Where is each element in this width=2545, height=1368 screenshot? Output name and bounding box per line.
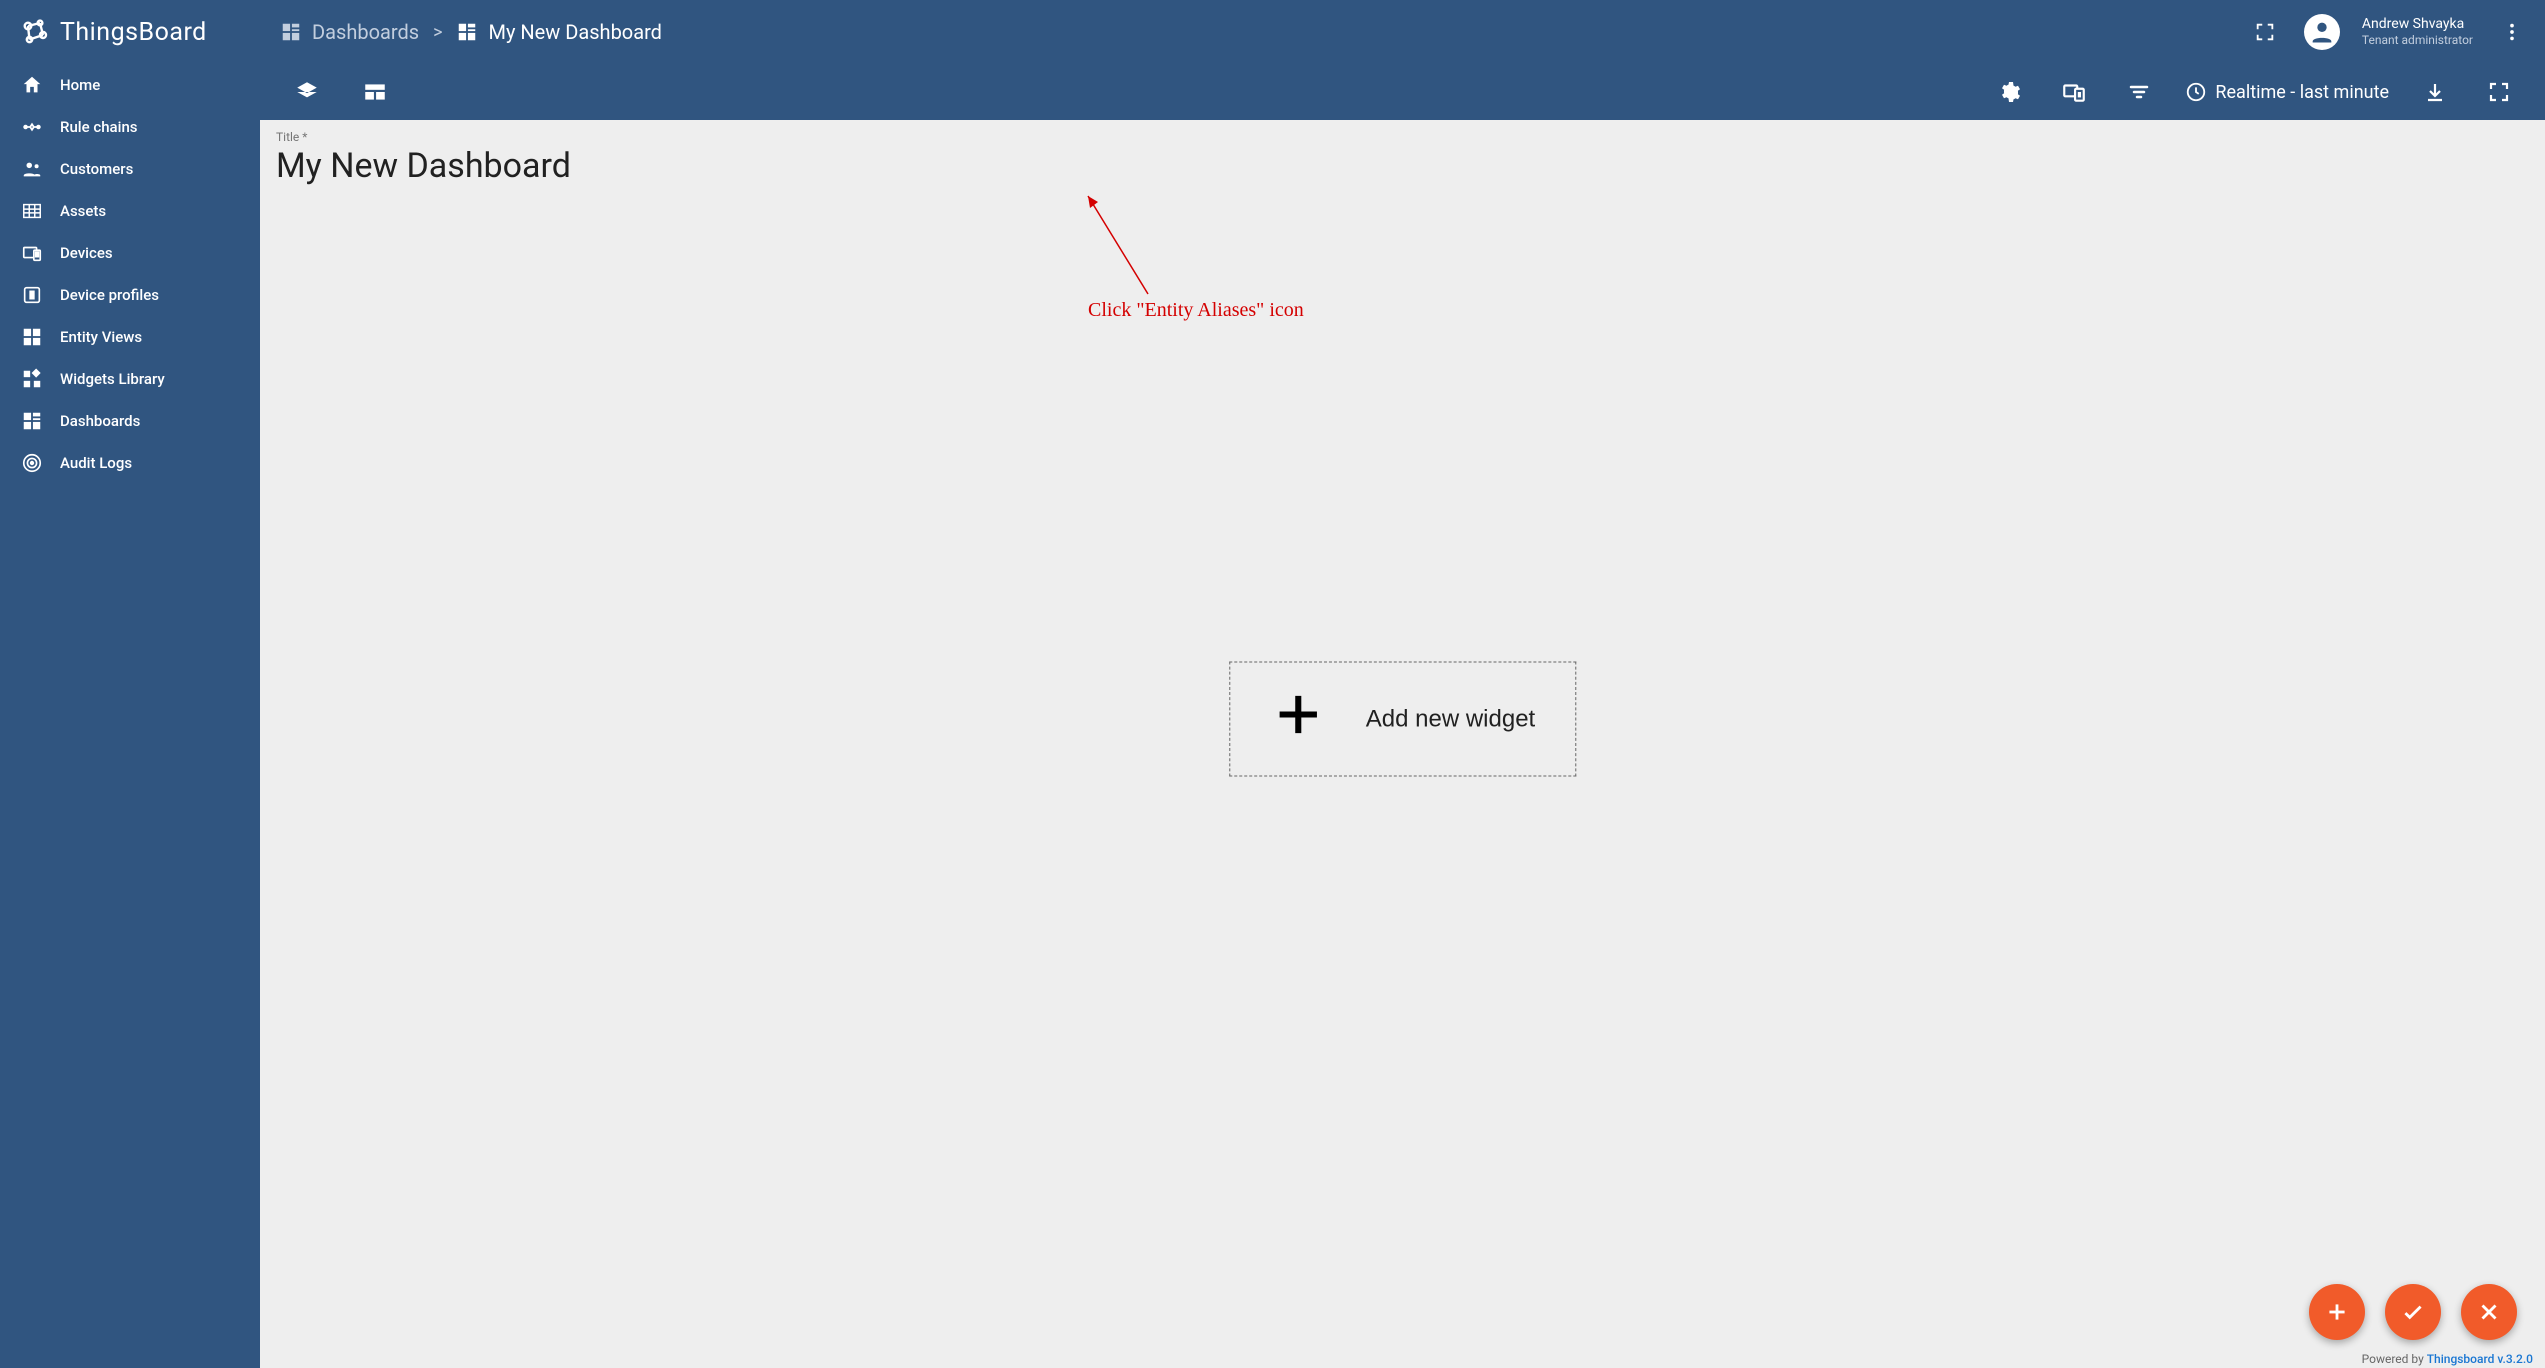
breadcrumb-current-label: My New Dashboard (488, 20, 661, 44)
filter-icon (2127, 80, 2151, 104)
sidebar-item-home[interactable]: Home (0, 64, 260, 106)
fullscreen-icon (2487, 80, 2511, 104)
fullscreen-dashboard-button[interactable] (2481, 74, 2517, 110)
sidebar-item-label: Assets (60, 202, 106, 220)
layers-icon (294, 79, 320, 105)
logo-area[interactable]: ThingsBoard (16, 14, 260, 50)
sidebar-item-audit-logs[interactable]: Audit Logs (0, 442, 260, 484)
check-icon (2400, 1299, 2426, 1325)
user-name: Andrew Shvayka (2362, 15, 2473, 33)
app-header: ThingsBoard Dashboards > My New Dashboar… (0, 0, 2545, 64)
timewindow-selector[interactable]: Realtime - last minute (2185, 81, 2389, 103)
plus-icon (1270, 687, 1326, 752)
fab-group (2309, 1284, 2517, 1340)
close-icon (2476, 1299, 2502, 1325)
plus-icon (2324, 1299, 2350, 1325)
dashboard-content: Title * My New Dashboard Add new widget … (260, 120, 2545, 1368)
breadcrumb-separator: > (433, 22, 442, 43)
sidebar-item-device-profiles[interactable]: Device profiles (0, 274, 260, 316)
add-widget-button[interactable]: Add new widget (1229, 662, 1576, 777)
sidebar-item-devices[interactable]: Devices (0, 232, 260, 274)
sidebar-item-label: Audit Logs (60, 454, 132, 472)
title-field-label: Title * (276, 130, 2529, 144)
timewindow-label: Realtime - last minute (2215, 82, 2389, 103)
sidebar-item-label: Home (60, 76, 100, 94)
layers-button[interactable] (288, 73, 326, 111)
avatar[interactable] (2304, 14, 2340, 50)
layouts-icon (362, 79, 388, 105)
entity-views-icon (20, 326, 44, 348)
more-menu-button[interactable] (2495, 15, 2529, 49)
fab-apply-button[interactable] (2385, 1284, 2441, 1340)
fullscreen-button[interactable] (2248, 15, 2282, 49)
dashboard-toolbar: Realtime - last minute (260, 64, 2545, 120)
home-icon (20, 74, 44, 96)
clock-icon (2185, 81, 2207, 103)
devices-icon (20, 242, 44, 264)
annotation-text: Click "Entity Aliases" icon (1088, 299, 1304, 321)
gear-icon (1997, 80, 2021, 104)
sidebar-item-label: Widgets Library (60, 370, 165, 388)
app-name: ThingsBoard (60, 18, 207, 47)
fullscreen-icon (2254, 21, 2276, 43)
sidebar-item-dashboards[interactable]: Dashboards (0, 400, 260, 442)
footer-powered-by: Powered by (2362, 1352, 2427, 1366)
audit-logs-icon (20, 452, 44, 474)
breadcrumb-current[interactable]: My New Dashboard (456, 20, 661, 44)
sidebar: Home Rule chains Customers Assets Device… (0, 64, 260, 1368)
footer: Powered by Thingsboard v.3.2.0 (2362, 1352, 2533, 1366)
user-role: Tenant administrator (2362, 33, 2473, 49)
device-profiles-icon (20, 284, 44, 306)
entity-aliases-button[interactable] (2055, 73, 2093, 111)
sidebar-item-label: Devices (60, 244, 113, 262)
sidebar-item-customers[interactable]: Customers (0, 148, 260, 190)
sidebar-item-rule-chains[interactable]: Rule chains (0, 106, 260, 148)
widgets-library-icon (20, 368, 44, 390)
rule-chains-icon (20, 116, 44, 138)
thingsboard-logo-icon (16, 14, 52, 50)
fab-cancel-button[interactable] (2461, 1284, 2517, 1340)
sidebar-item-widgets-library[interactable]: Widgets Library (0, 358, 260, 400)
breadcrumb: Dashboards > My New Dashboard (280, 20, 662, 44)
entity-aliases-icon (2061, 79, 2087, 105)
fab-add-button[interactable] (2309, 1284, 2365, 1340)
sidebar-item-label: Dashboards (60, 412, 140, 430)
annotation-overlay: Click "Entity Aliases" icon (1088, 196, 1388, 340)
filters-button[interactable] (2121, 74, 2157, 110)
customers-icon (20, 158, 44, 180)
settings-button[interactable] (1991, 74, 2027, 110)
sidebar-item-label: Rule chains (60, 118, 138, 136)
sidebar-item-label: Customers (60, 160, 133, 178)
dashboards-icon (20, 410, 44, 432)
sidebar-item-label: Device profiles (60, 286, 159, 304)
breadcrumb-root-label: Dashboards (312, 20, 419, 44)
person-icon (2308, 18, 2336, 46)
assets-icon (20, 200, 44, 222)
sidebar-item-assets[interactable]: Assets (0, 190, 260, 232)
user-info: Andrew Shvayka Tenant administrator (2362, 15, 2473, 49)
dashboard-icon (456, 21, 478, 43)
header-right: Andrew Shvayka Tenant administrator (2248, 14, 2529, 50)
footer-version-link[interactable]: Thingsboard v.3.2.0 (2427, 1352, 2533, 1366)
breadcrumb-root[interactable]: Dashboards (280, 20, 419, 44)
layouts-button[interactable] (356, 73, 394, 111)
export-button[interactable] (2417, 74, 2453, 110)
sidebar-item-label: Entity Views (60, 328, 142, 346)
sidebar-item-entity-views[interactable]: Entity Views (0, 316, 260, 358)
main-area: Realtime - last minute Title * My New Da… (260, 64, 2545, 1368)
add-widget-label: Add new widget (1366, 705, 1535, 733)
more-vert-icon (2501, 21, 2523, 43)
download-icon (2423, 80, 2447, 104)
dashboard-icon (280, 21, 302, 43)
dashboard-title[interactable]: My New Dashboard (276, 146, 2529, 186)
